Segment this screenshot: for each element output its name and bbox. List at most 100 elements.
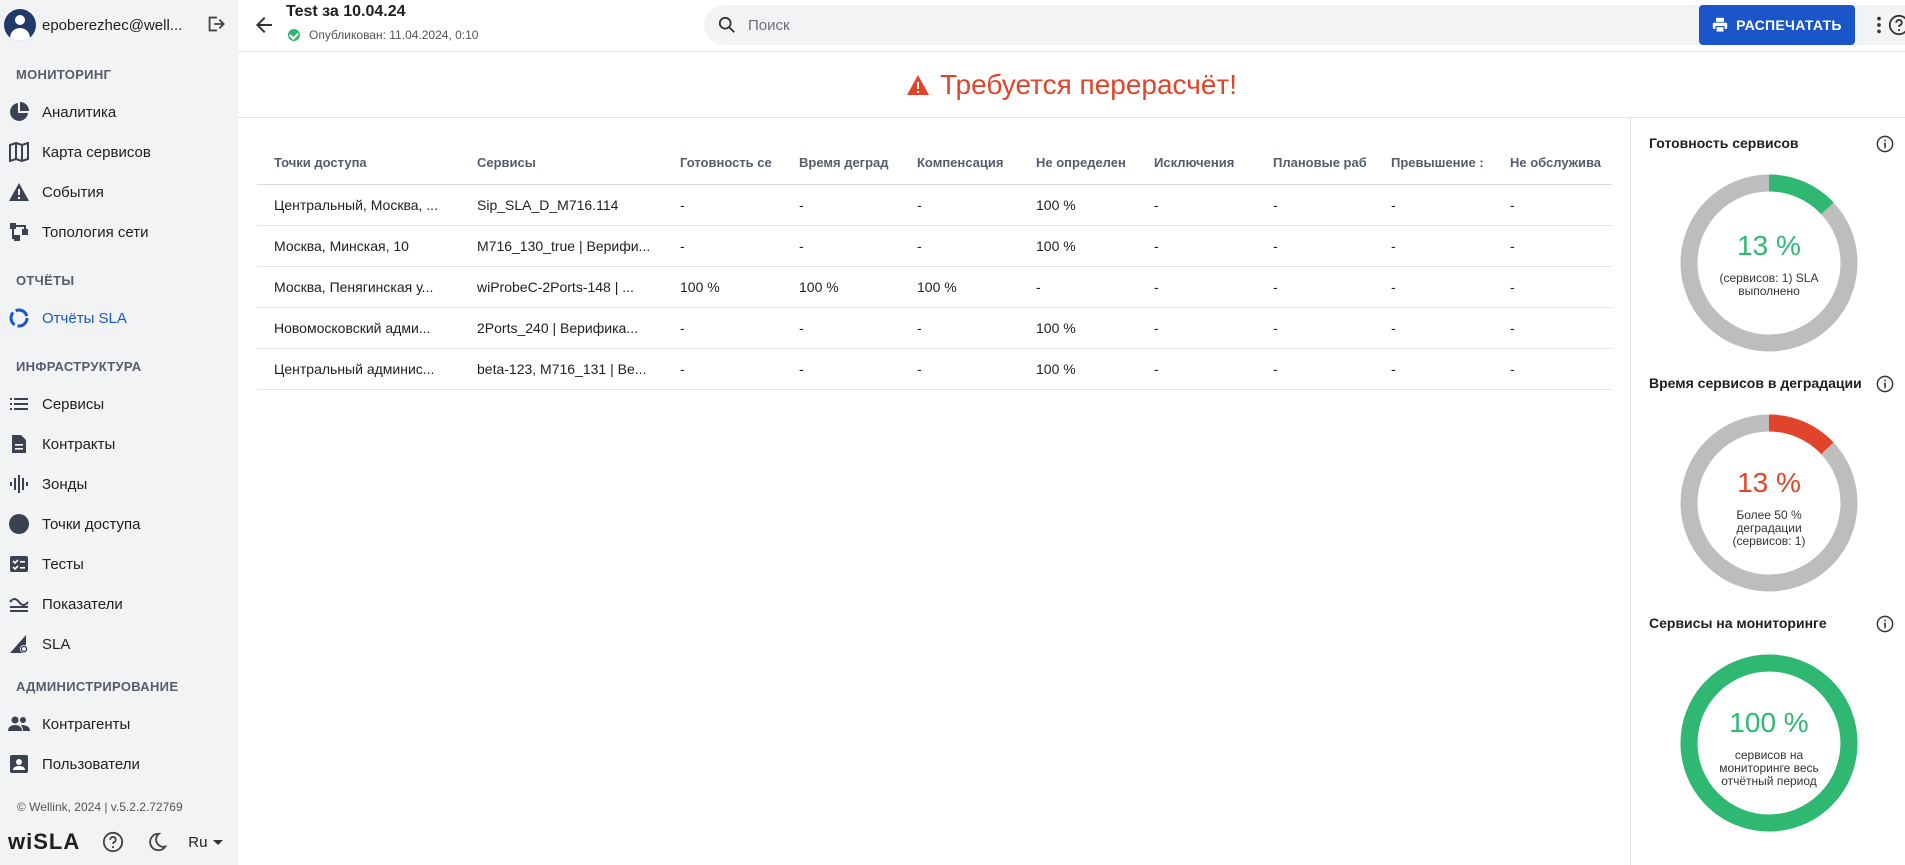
sidebar-item-sla[interactable]: SLA <box>0 624 238 664</box>
cell-access-point: Центральный админис... <box>274 361 435 377</box>
info-icon[interactable] <box>1876 615 1894 633</box>
sidebar-item-label: Сервисы <box>42 395 105 413</box>
table-row[interactable]: Новомосковский адми... 2Ports_240 | Вери… <box>257 308 1612 349</box>
cell-readiness: - <box>680 320 685 336</box>
monitoring-value: 100 % <box>1729 707 1809 738</box>
column-header[interactable]: Превышение : <box>1374 155 1493 170</box>
cell-excess: - <box>1391 197 1396 213</box>
cell-access-point: Центральный, Москва, ... <box>274 197 438 213</box>
sidebar-item-label: Контрагенты <box>42 715 131 733</box>
sidebar-item-probes[interactable]: Зонды <box>0 464 238 504</box>
cell-not-serviced: - <box>1510 238 1515 254</box>
column-header[interactable]: Готовность се <box>663 155 782 170</box>
sidebar-item-contracts[interactable]: Контракты <box>0 424 238 464</box>
dark-mode-icon[interactable] <box>146 831 168 853</box>
cell-excess: - <box>1391 238 1396 254</box>
cell-undefined: 100 % <box>1036 197 1076 213</box>
sidebar-item-counterparties[interactable]: Контрагенты <box>0 704 238 744</box>
sidebar-item-topology[interactable]: Топология сети <box>0 212 238 252</box>
info-icon[interactable] <box>1876 375 1894 393</box>
sidebar-item-events[interactable]: События <box>0 172 238 212</box>
sidebar-item-label: Аналитика <box>42 103 117 121</box>
sidebar-item-tests[interactable]: Тесты <box>0 544 238 584</box>
sidebar-item-access-points[interactable]: Точки доступа <box>0 504 238 544</box>
recalculation-banner: Требуется перерасчёт! <box>238 53 1905 118</box>
sidebar-item-label: Отчёты SLA <box>42 309 127 327</box>
cell-compensation: - <box>917 197 922 213</box>
sidebar-item-analytics[interactable]: Аналитика <box>0 92 238 132</box>
cell-excess: - <box>1391 320 1396 336</box>
sidebar-item-sla-reports[interactable]: Отчёты SLA <box>0 298 238 338</box>
search-input[interactable] <box>748 16 1648 34</box>
table-row[interactable]: Центральный, Москва, ... Sip_SLA_D_M716.… <box>257 185 1612 226</box>
sidebar-item-metrics[interactable]: Показатели <box>0 584 238 624</box>
search-help-icon[interactable] <box>1888 14 1905 36</box>
column-header[interactable]: Время деград <box>782 155 900 170</box>
logout-icon[interactable] <box>205 13 227 35</box>
column-header[interactable]: Не обслужива <box>1493 155 1612 170</box>
cell-planned-work: - <box>1273 320 1278 336</box>
cell-degradation: 100 % <box>799 279 839 295</box>
cell-planned-work: - <box>1273 279 1278 295</box>
sidebar: epoberezhec@well... МОНИТОРИНГ Аналитика… <box>0 0 238 865</box>
table-row[interactable]: Москва, Пенягинская у... wiProbeC-2Ports… <box>257 267 1612 308</box>
widget-title-readiness: Готовность сервисов <box>1649 135 1799 151</box>
readiness-value: 13 % <box>1737 230 1801 261</box>
degradation-donut: 13 % Более 50 % деградации (сервисов: 1) <box>1679 413 1859 593</box>
user-card-icon <box>8 753 30 775</box>
probe-icon <box>8 473 30 495</box>
sidebar-item-users[interactable]: Пользователи <box>0 744 238 784</box>
sidebar-item-services[interactable]: Сервисы <box>0 384 238 424</box>
info-icon[interactable] <box>1876 135 1894 153</box>
more-vert-icon[interactable] <box>1868 14 1890 36</box>
cell-access-point: Москва, Минская, 10 <box>274 238 409 254</box>
cell-exceptions: - <box>1154 361 1159 377</box>
map-icon <box>8 141 30 163</box>
sidebar-item-label: Показатели <box>42 595 123 613</box>
sidebar-footer: wiSLA Ru <box>8 828 224 856</box>
column-header[interactable]: Плановые раб <box>1256 155 1374 170</box>
cell-undefined: 100 % <box>1036 361 1076 377</box>
cell-undefined: 100 % <box>1036 320 1076 336</box>
cell-compensation: - <box>917 320 922 336</box>
cell-readiness: - <box>680 361 685 377</box>
table-row[interactable]: Москва, Минская, 10 M716_130_true | Вери… <box>257 226 1612 267</box>
search-icon <box>718 16 735 33</box>
section-monitoring: МОНИТОРИНГ <box>16 67 112 82</box>
cell-compensation: - <box>917 238 922 254</box>
cell-readiness: - <box>680 197 685 213</box>
cell-undefined: - <box>1036 279 1041 295</box>
cell-not-serviced: - <box>1510 361 1515 377</box>
column-header[interactable]: Точки доступа <box>257 155 460 170</box>
sidebar-item-service-map[interactable]: Карта сервисов <box>0 132 238 172</box>
cell-access-point: Москва, Пенягинская у... <box>274 279 434 295</box>
widget-title-monitoring: Сервисы на мониторинге <box>1649 615 1827 631</box>
table-row[interactable]: Центральный админис... beta-123, M716_13… <box>257 349 1612 390</box>
cell-compensation: 100 % <box>917 279 957 295</box>
degradation-value: 13 % <box>1737 467 1801 498</box>
summary-panel: Готовность сервисов 13 % (сервисов: 1) S… <box>1630 118 1905 865</box>
section-reports: ОТЧЁТЫ <box>16 273 75 288</box>
cell-not-serviced: - <box>1510 320 1515 336</box>
cell-services: wiProbeC-2Ports-148 | ... <box>477 279 634 295</box>
list-icon <box>8 393 30 415</box>
section-administration: АДМИНИСТРИРОВАНИЕ <box>16 679 179 694</box>
printer-icon <box>1712 17 1728 33</box>
user-name: epoberezhec@well... <box>42 16 183 34</box>
help-icon[interactable] <box>102 831 124 853</box>
column-header[interactable]: Компенсация <box>900 155 1019 170</box>
banner-text: Требуется перерасчёт! <box>939 69 1238 100</box>
degradation-donut-chart <box>1680 414 1858 592</box>
back-arrow-icon[interactable] <box>252 13 276 37</box>
user-menu[interactable]: epoberezhec@well... <box>0 0 238 50</box>
column-header[interactable]: Не определен <box>1019 155 1137 170</box>
pie-chart-icon <box>8 101 30 123</box>
sidebar-item-label: События <box>42 183 104 201</box>
print-button[interactable]: РАСПЕЧАТАТЬ <box>1699 5 1855 45</box>
column-header[interactable]: Сервисы <box>460 155 663 170</box>
degradation-caption: Более 50 % деградации (сервисов: 1) <box>1732 508 1806 548</box>
metrics-icon <box>8 593 30 615</box>
language-select[interactable]: Ru <box>188 834 224 851</box>
column-header[interactable]: Исключения <box>1137 155 1256 170</box>
chevron-down-icon <box>213 839 224 845</box>
